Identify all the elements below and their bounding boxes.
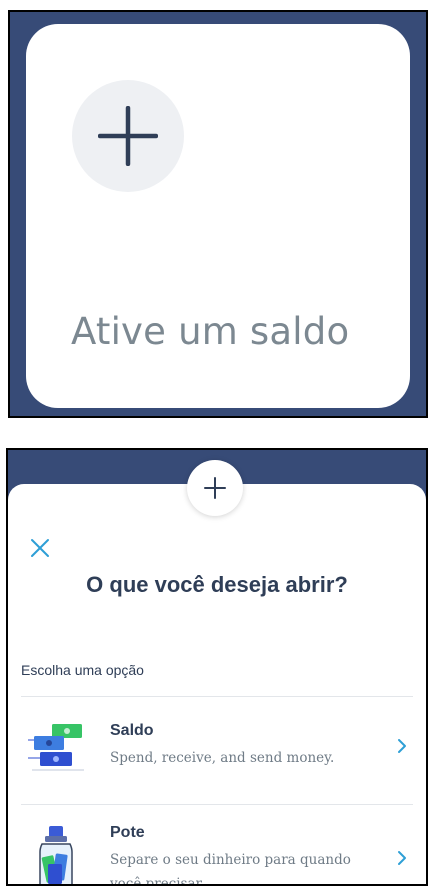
section-label: Escolha uma opção — [21, 662, 144, 678]
top-screenshot-panel: Ative um saldo — [8, 10, 428, 418]
bottom-sheet: O que você deseja abrir? Escolha uma opç… — [8, 484, 426, 886]
option-title: Saldo — [110, 722, 154, 739]
close-icon[interactable] — [28, 536, 52, 560]
plus-icon — [98, 106, 158, 166]
divider — [21, 696, 413, 697]
add-button[interactable] — [187, 460, 243, 516]
bottom-screenshot-panel: O que você deseja abrir? Escolha uma opç… — [6, 448, 428, 886]
jar-icon — [39, 826, 73, 884]
plus-icon — [204, 477, 226, 499]
activate-balance-card[interactable]: Ative um saldo — [26, 24, 410, 408]
divider — [21, 804, 413, 805]
option-description: Spend, receive, and send money. — [110, 750, 335, 766]
chevron-right-icon — [398, 739, 406, 753]
option-description: Separe o seu dinheiro para quando você p… — [110, 852, 351, 886]
card-label: Ative um saldo — [71, 310, 350, 353]
option-saldo[interactable]: Saldo Spend, receive, and send money. — [8, 698, 426, 794]
option-title: Pote — [110, 824, 145, 841]
option-pote[interactable]: Pote Separe o seu dinheiro para quando v… — [8, 806, 426, 886]
chevron-right-icon — [398, 851, 406, 865]
add-balance-button[interactable] — [72, 80, 184, 192]
money-bills-icon — [28, 724, 84, 771]
sheet-title: O que você deseja abrir? — [86, 572, 348, 597]
